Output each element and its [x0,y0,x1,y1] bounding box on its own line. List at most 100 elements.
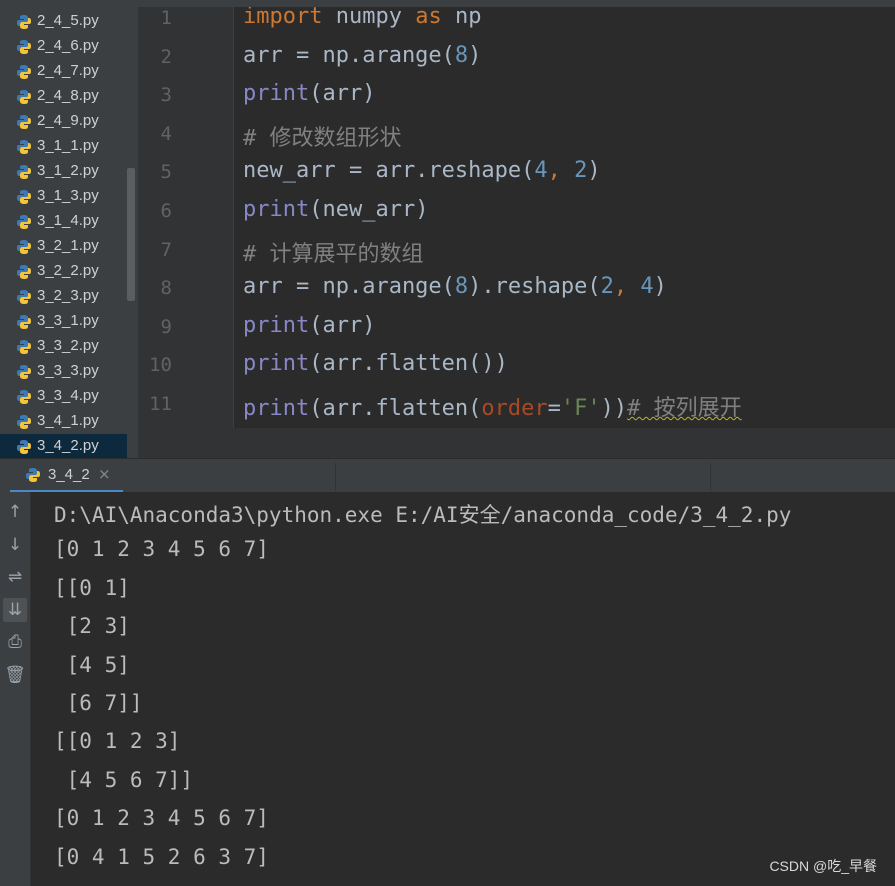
line-number: 5 [160,161,172,184]
file-item[interactable]: 2_4_6.py [0,34,127,59]
file-item[interactable]: 3_3_2.py [0,334,127,359]
python-file-icon [17,440,31,454]
file-name: 2_4_5.py [37,12,99,29]
file-name: 3_3_3.py [37,362,99,379]
code-token: (arr) [309,312,376,338]
code-token: = [547,396,561,421]
file-name: 3_1_2.py [37,162,99,179]
gutter-separator [233,0,234,428]
file-name: 3_3_4.py [37,387,99,404]
print-icon[interactable]: ⎙ [3,630,27,654]
file-item[interactable]: 3_1_1.py [0,134,127,159]
file-name: 3_2_1.py [37,237,99,254]
code-token: 'F' [560,396,601,421]
code-token: arr = np.arange( [243,274,455,300]
python-file-icon [17,140,31,154]
code-token: # 计算展平的数组 [243,241,424,267]
sidebar-scrollbar[interactable] [127,168,135,301]
line-number: 6 [160,200,172,222]
scroll-to-end-icon[interactable]: ⇊ [3,597,27,622]
file-item[interactable]: 2_4_5.py [0,9,127,34]
code-line[interactable]: print(arr) [243,81,375,106]
code-token: new_arr = arr.reshape( [243,158,535,184]
code-line[interactable]: arr = np.arange(8) [243,43,481,68]
line-number: 2 [160,45,172,68]
file-name: 3_1_3.py [37,187,99,204]
code-token: print [243,197,310,222]
code-line[interactable]: print(arr) [243,313,375,338]
file-item[interactable]: 2_4_9.py [0,109,127,134]
console-line: [[0 1] [54,575,130,600]
sidebar-top-strip [0,0,138,8]
code-token: 2 [600,274,614,300]
code-token: 4 [534,158,548,184]
python-file-icon [17,365,31,379]
code-token: 2 [574,158,588,184]
file-item[interactable]: 3_2_2.py [0,259,127,284]
down-arrow-icon[interactable]: ↓ [3,533,27,557]
code-line[interactable]: arr = np.arange(8).reshape(2, 4) [243,274,667,299]
code-line[interactable]: import numpy as np [243,4,481,29]
code-editor[interactable]: import numpy as np arr = np.arange(8) prin… [138,0,895,428]
python-file-icon [17,40,31,54]
python-file-icon [17,265,31,279]
file-item[interactable]: 3_3_3.py [0,359,127,384]
code-token: (arr.flatten( [309,396,482,421]
python-file-icon [17,340,31,354]
file-name: 3_4_1.py [37,412,99,429]
python-file-icon [17,15,31,29]
code-token: print [243,396,310,421]
code-token: order [481,396,548,421]
code-token: as [415,4,442,29]
code-line[interactable]: # 计算展平的数组 [243,236,424,268]
file-name: 3_3_2.py [37,337,99,354]
code-token: print [243,351,310,377]
file-item[interactable]: 3_3_4.py [0,384,127,409]
python-file-icon [17,65,31,79]
file-name: 3_3_1.py [37,312,99,329]
code-token: (new_arr) [309,197,429,222]
file-item[interactable]: 3_3_1.py [0,309,127,334]
run-toolbar: ↑ ↓ ⇌ ⇊ ⎙ 🗑 [0,492,31,886]
code-token: 8 [454,274,469,300]
code-token: ) [587,158,601,184]
header-divider [335,463,336,491]
file-item[interactable]: 3_1_3.py [0,184,127,209]
file-item[interactable]: 3_4_1.py [0,409,127,434]
header-divider [710,463,711,491]
file-item[interactable]: 2_4_7.py [0,59,127,84]
run-tab[interactable]: 3_4_2 × [10,459,123,493]
python-file-icon [17,315,31,329]
python-file-icon [17,240,31,254]
soft-wrap-icon[interactable]: ⇌ [3,565,27,589]
console-output[interactable]: CSDN @吃_早餐 D:\AI\Anaconda3\python.exe E:… [31,492,895,886]
line-number: 1 [160,7,172,29]
code-token: print [243,81,310,107]
file-item[interactable]: 3_4_2.py [0,434,127,458]
file-name: 2_4_6.py [37,37,99,54]
file-item[interactable]: 3_2_3.py [0,284,127,309]
trash-icon[interactable]: 🗑 [3,663,27,687]
code-line[interactable]: print(arr.flatten(order='F'))# 按列展开 [243,390,742,422]
code-token: 4 [640,274,654,300]
file-item[interactable]: 3_2_1.py [0,234,127,259]
python-file-icon [26,468,40,482]
file-item[interactable]: 3_1_4.py [0,209,127,234]
rerun-up-icon[interactable]: ↑ [3,500,27,524]
code-token: import [243,4,323,29]
code-line[interactable]: # 修改数组形状 [243,120,402,152]
python-file-icon [17,115,31,129]
code-token: )) [600,396,628,421]
close-icon[interactable]: × [98,465,111,483]
code-token: 8 [454,42,469,68]
console-line: D:\AI\Anaconda3\python.exe E:/AI安全/anaco… [54,503,792,527]
code-line[interactable]: print(arr.flatten()) [243,351,508,376]
run-tab-label: 3_4_2 [48,466,90,483]
file-item[interactable]: 2_4_8.py [0,84,127,109]
run-panel-header: 3_4_2 × [0,458,895,493]
code-line[interactable]: print(new_arr) [243,197,428,222]
console-line: [0 4 1 5 2 6 3 7] [54,844,269,869]
file-item[interactable]: 3_1_2.py [0,159,127,184]
code-line[interactable]: new_arr = arr.reshape(4, 2) [243,158,601,183]
